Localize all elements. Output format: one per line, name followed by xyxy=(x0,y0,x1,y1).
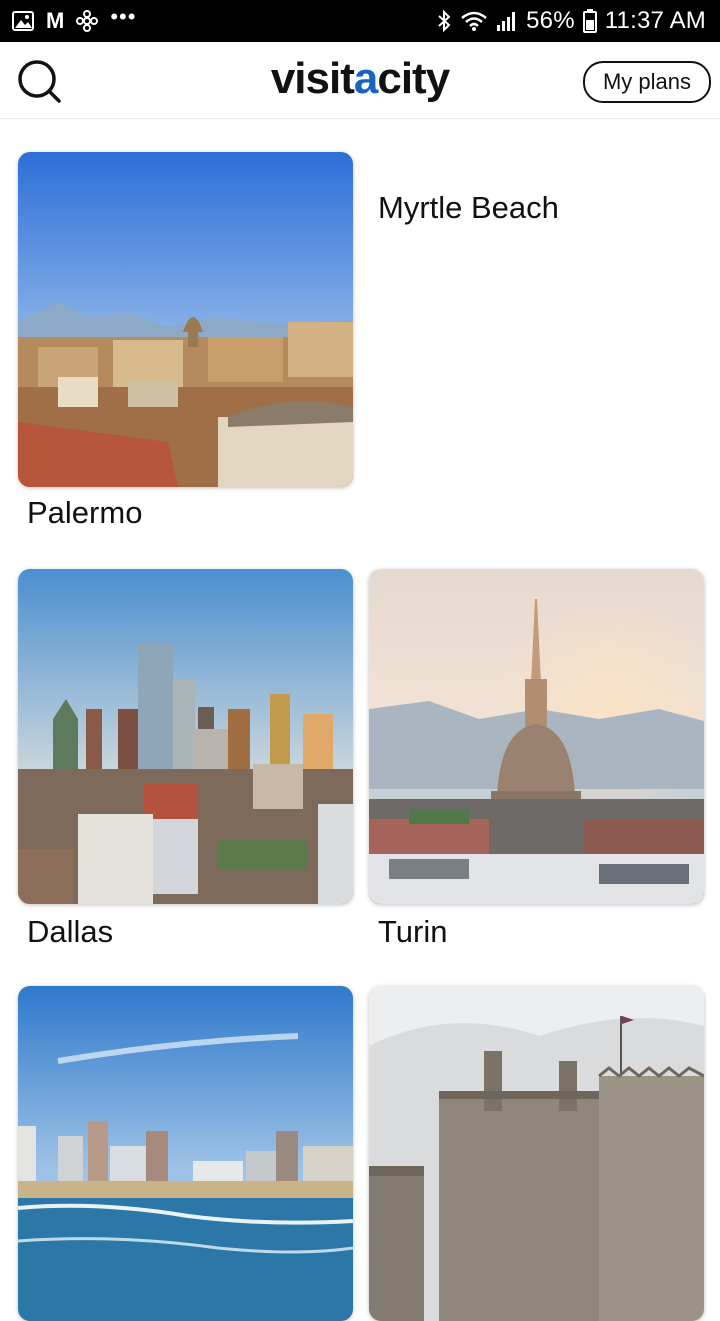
city-card-myrtle-beach[interactable]: Myrtle Beach xyxy=(369,152,704,272)
status-bar: M ••• 56% 11:37 AM xyxy=(0,0,720,42)
city-name-myrtle-beach[interactable]: Myrtle Beach xyxy=(378,190,559,226)
city-card-castle[interactable] xyxy=(369,986,704,1321)
app-header: visitacity My plans xyxy=(0,42,720,119)
city-image-beach[interactable] xyxy=(18,986,353,1321)
city-name-turin[interactable]: Turin xyxy=(378,914,447,950)
gallery-icon xyxy=(12,11,34,31)
status-left: M ••• xyxy=(12,0,136,42)
logo-text-city: city xyxy=(377,54,450,103)
city-image-turin[interactable] xyxy=(369,569,704,904)
city-image-palermo[interactable] xyxy=(18,152,353,487)
my-plans-button[interactable]: My plans xyxy=(582,61,711,103)
fan-icon xyxy=(76,10,99,32)
bluetooth-icon xyxy=(436,9,452,33)
city-card-palermo[interactable]: Palermo xyxy=(18,152,353,537)
city-name-dallas[interactable]: Dallas xyxy=(27,914,113,950)
more-notifications-icon: ••• xyxy=(110,4,137,29)
battery-icon xyxy=(582,9,597,33)
signal-icon xyxy=(496,10,518,32)
logo-text-accent: a xyxy=(353,54,379,103)
city-card-dallas[interactable]: Dallas xyxy=(18,569,353,954)
logo-text-visit: visit xyxy=(270,54,355,103)
battery-percent: 56% xyxy=(526,7,575,34)
status-right: 56% 11:37 AM xyxy=(436,0,706,42)
gmail-icon: M xyxy=(46,8,65,33)
city-card-beach[interactable] xyxy=(18,986,353,1321)
city-image-dallas[interactable] xyxy=(18,569,353,904)
clock: 11:37 AM xyxy=(604,7,706,34)
city-image-castle[interactable] xyxy=(369,986,704,1321)
wifi-icon xyxy=(460,10,488,32)
city-card-turin[interactable]: Turin xyxy=(369,569,704,954)
city-name-palermo[interactable]: Palermo xyxy=(27,495,142,531)
